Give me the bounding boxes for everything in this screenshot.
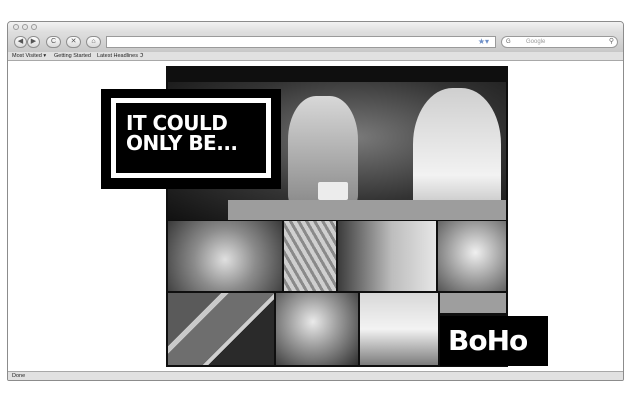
tagline-frame: IT COULD ONLY BE... bbox=[111, 98, 271, 178]
bookmark-latest-headlines[interactable]: Latest Headlines ℑ bbox=[97, 53, 143, 60]
tagline-panel: IT COULD ONLY BE... bbox=[101, 89, 281, 189]
man-figure bbox=[413, 88, 501, 213]
brand-logo: BoHo bbox=[448, 324, 528, 357]
bar-counter bbox=[228, 200, 506, 220]
bookmark-getting-started[interactable]: Getting Started bbox=[54, 53, 91, 60]
status-text: Done bbox=[12, 373, 26, 379]
tagline-text: IT COULD ONLY BE... bbox=[126, 111, 238, 155]
laughing-woman-photo bbox=[276, 293, 358, 365]
back-button[interactable]: ◀ bbox=[14, 36, 27, 48]
status-bar: Done bbox=[8, 371, 623, 380]
couple-talking-photo bbox=[338, 221, 436, 291]
home-button[interactable]: ⌂ bbox=[86, 36, 101, 48]
zoom-window-icon[interactable] bbox=[31, 24, 37, 30]
stop-button[interactable]: ✕ bbox=[66, 36, 81, 48]
close-window-icon[interactable] bbox=[13, 24, 19, 30]
fur-hat-woman-photo bbox=[168, 221, 282, 291]
bookmark-most-visited[interactable]: Most Visited ▾ bbox=[12, 53, 46, 60]
reload-button[interactable]: C bbox=[46, 36, 61, 48]
url-bar[interactable]: ★▾ bbox=[106, 36, 496, 48]
search-engine-icon[interactable]: G bbox=[506, 38, 511, 46]
forward-button[interactable]: ▶ bbox=[27, 36, 40, 48]
strip-photo bbox=[440, 293, 506, 313]
search-input[interactable]: G Google ⚲ bbox=[501, 36, 618, 48]
search-icon[interactable]: ⚲ bbox=[609, 37, 614, 46]
gherkin-building-photo bbox=[284, 221, 336, 291]
cup-stack bbox=[318, 182, 348, 200]
minimize-window-icon[interactable] bbox=[22, 24, 28, 30]
bookmark-star-icon[interactable]: ★▾ bbox=[478, 37, 489, 47]
brand-logo-panel: BoHo bbox=[440, 316, 548, 366]
city-street-photo bbox=[360, 293, 438, 365]
search-placeholder: Google bbox=[526, 39, 546, 45]
page-content: IT COULD ONLY BE... BoHo bbox=[8, 61, 623, 373]
architecture-photo bbox=[168, 293, 274, 365]
bookmarks-bar: Most Visited ▾ Getting Started Latest He… bbox=[8, 52, 623, 61]
title-bar bbox=[8, 22, 623, 33]
navigation-toolbar: ◀ ▶ C ✕ ⌂ ★▾ G Google ⚲ bbox=[8, 33, 623, 52]
browser-window: ◀ ▶ C ✕ ⌂ ★▾ G Google ⚲ Most Visited ▾ G… bbox=[7, 21, 624, 381]
woman-laptop-photo bbox=[438, 221, 506, 291]
